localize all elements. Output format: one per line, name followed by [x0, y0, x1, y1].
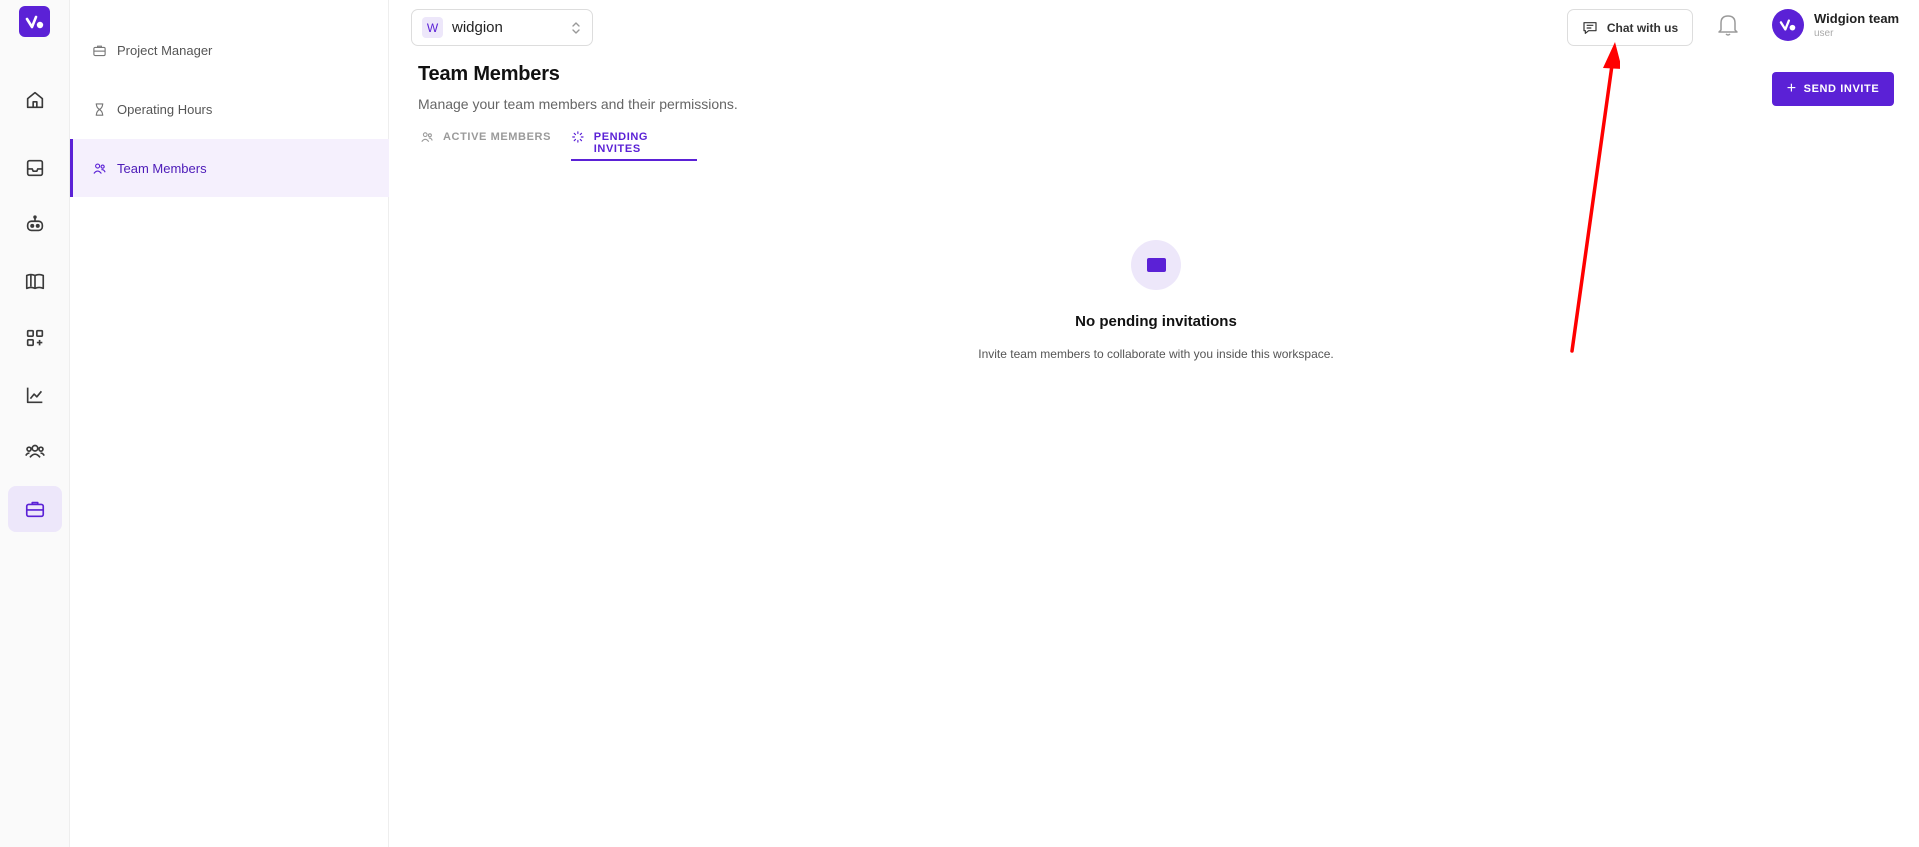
workspace-selector[interactable]: W widgion: [411, 9, 593, 46]
chevron-up-down-icon: [572, 21, 580, 34]
users-icon: [421, 132, 433, 142]
app-logo[interactable]: [19, 6, 50, 37]
bot-icon: [26, 215, 44, 232]
logo-icon: [1779, 19, 1796, 31]
icon-rail: [0, 0, 70, 847]
chat-with-us-button[interactable]: Chat with us: [1567, 9, 1693, 46]
sidebar-item-label: Operating Hours: [117, 101, 213, 117]
rail-bot-button[interactable]: [8, 201, 62, 247]
sidebar-item-operating-hours[interactable]: Operating Hours: [70, 80, 389, 138]
rail-contacts-button[interactable]: [8, 428, 62, 474]
briefcase-icon: [93, 45, 106, 56]
rail-inbox-button[interactable]: [8, 145, 62, 191]
inbox-icon: [26, 159, 44, 177]
tab-label: ACTIVE MEMBERS: [443, 131, 552, 143]
user-role: user: [1814, 28, 1834, 39]
sidebar-item-label: Team Members: [117, 160, 207, 176]
rail-analytics-button[interactable]: [8, 372, 62, 418]
user-name: Widgion team: [1814, 11, 1900, 26]
tab-active-members[interactable]: ACTIVE MEMBERS: [420, 131, 551, 161]
home-icon: [26, 91, 44, 109]
bell-icon[interactable]: [1716, 12, 1740, 38]
empty-state-title: No pending invitations: [1075, 313, 1237, 330]
users-icon: [25, 444, 45, 458]
plus-icon: +: [1786, 80, 1797, 97]
logo-icon: [25, 15, 43, 28]
rail-knowledge-button[interactable]: [8, 258, 62, 304]
user-menu[interactable]: Widgion team user: [1772, 9, 1899, 41]
rail-apps-button[interactable]: [8, 315, 62, 361]
send-invite-button[interactable]: + SEND INVITE: [1772, 72, 1894, 106]
page-subtitle: Manage your team members and their permi…: [418, 96, 738, 112]
annotation-arrow-icon: [1570, 42, 1620, 353]
sidebar-item-team-members[interactable]: Team Members: [70, 139, 389, 197]
analytics-icon: [26, 387, 43, 404]
empty-state-subtitle: Invite team members to collaborate with …: [978, 347, 1334, 361]
empty-state-icon: [1131, 240, 1181, 290]
briefcase-icon: [25, 501, 45, 518]
sidebar-item-label: Project Manager: [117, 42, 213, 58]
workspace-badge: W: [422, 17, 443, 38]
users-icon: [93, 162, 106, 174]
sidebar-item-project-manager[interactable]: Project Manager: [70, 21, 389, 79]
send-invite-label: SEND INVITE: [1803, 83, 1880, 95]
apps-add-icon: [26, 329, 44, 347]
loader-icon: [572, 131, 584, 143]
book-icon: [25, 273, 45, 290]
settings-sidebar: Project Manager Operating Hours Team Mem…: [70, 0, 389, 847]
chat-with-us-label: Chat with us: [1606, 20, 1679, 35]
workspace-name: widgion: [452, 19, 503, 36]
rail-home-button[interactable]: [8, 77, 62, 123]
tab-label: PENDING INVITES: [593, 131, 649, 155]
avatar: [1772, 9, 1804, 41]
tab-pending-invites[interactable]: PENDING INVITES: [571, 131, 697, 161]
mail-icon: [1146, 258, 1166, 272]
page-title: Team Members: [418, 63, 560, 85]
hourglass-icon: [95, 102, 104, 116]
chat-icon: [1583, 21, 1597, 34]
rail-settings-button[interactable]: [8, 486, 62, 532]
